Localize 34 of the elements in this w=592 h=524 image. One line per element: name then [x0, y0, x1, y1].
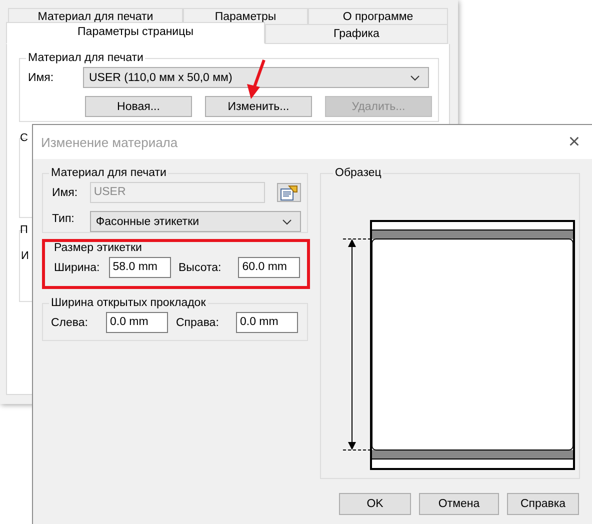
group-title: С [19, 132, 29, 144]
input-field[interactable]: 60.0 mm [238, 257, 300, 278]
type-dropdown[interactable]: Фасонные этикетки [90, 211, 301, 232]
button[interactable]: Новая... [85, 96, 192, 117]
close-button[interactable]: × [564, 130, 584, 154]
properties-icon [280, 184, 298, 200]
media-dropdown[interactable]: USER (110,0 мм x 50,0 мм) [83, 67, 429, 88]
button[interactable]: Изменить... [205, 96, 312, 117]
field-label: Высота: [178, 262, 222, 274]
chevron-down-icon [410, 74, 420, 80]
properties-button[interactable] [277, 183, 301, 202]
group-title: Ширина открытых прокладок [50, 297, 207, 309]
field-label: Слева: [51, 316, 89, 328]
input-field[interactable]: 0.0 mm [106, 312, 168, 333]
group-title: П [19, 224, 29, 236]
field-label: Имя: [28, 72, 55, 84]
tab[interactable]: Параметры страницы [6, 22, 265, 44]
button[interactable]: Справка [507, 493, 579, 515]
button[interactable]: OK [339, 493, 411, 515]
field-label: Справа: [176, 316, 220, 328]
field-label: И [21, 250, 29, 262]
group-title: Образец [334, 167, 382, 179]
field-label: Ширина: [54, 262, 101, 274]
group-title: Материал для печати [27, 52, 144, 64]
input-field[interactable]: 58.0 mm [108, 257, 171, 278]
input-field[interactable]: 0.0 mm [236, 312, 298, 333]
field-label: Тип: [52, 213, 76, 225]
group-title: Материал для печати [50, 167, 168, 179]
window-title: Изменение материала [41, 134, 178, 150]
tab[interactable]: Графика [265, 24, 448, 44]
group-title: Размер этикетки [53, 242, 143, 254]
chevron-down-icon [282, 218, 292, 224]
button[interactable]: Отмена [419, 493, 499, 515]
field-label: Имя: [52, 186, 79, 198]
